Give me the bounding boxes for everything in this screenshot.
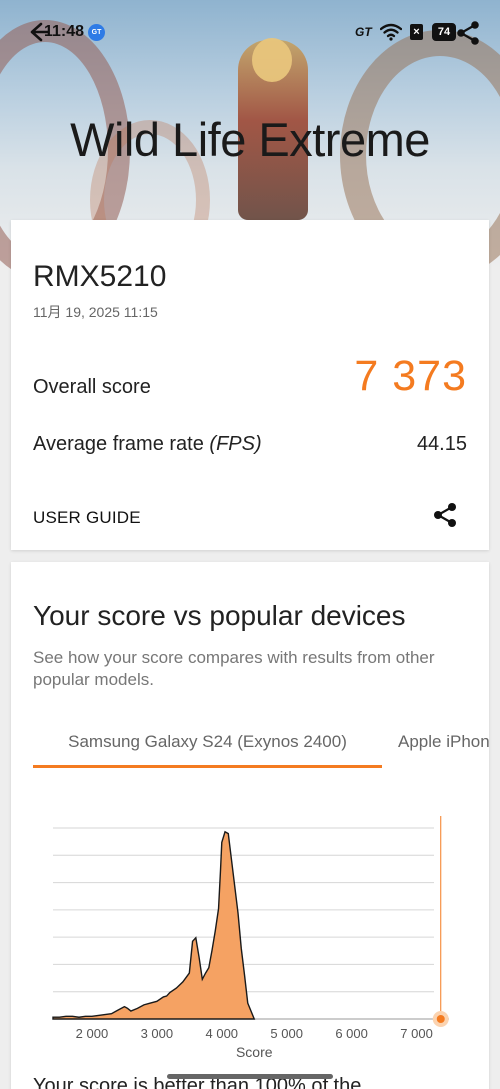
overall-score-label: Overall score xyxy=(33,376,151,398)
notification-icon: × xyxy=(410,24,423,40)
wifi-icon xyxy=(380,23,402,41)
x-tick-label: 2 000 xyxy=(76,1026,109,1041)
fps-value: 44.15 xyxy=(416,433,467,455)
share-result-icon[interactable] xyxy=(431,501,459,529)
share-icon[interactable] xyxy=(455,20,481,46)
comparison-card: Your score vs popular devices See how yo… xyxy=(11,562,489,1089)
chart-grid xyxy=(53,827,449,1020)
benchmark-title: Wild Life Extreme xyxy=(70,113,430,166)
gt-app-icon: GT xyxy=(88,24,105,41)
fps-label: Average frame rate (FPS) xyxy=(33,433,262,456)
tab-samsung-galaxy-s24[interactable]: Samsung Galaxy S24 (Exynos 2400) xyxy=(33,722,382,768)
status-bar: 11:48 GT GT × 74 xyxy=(0,0,500,64)
gt-mode-icon: GT xyxy=(355,25,372,39)
tab-apple-iphone[interactable]: Apple iPhone xyxy=(398,732,489,752)
status-time: 11:48 xyxy=(44,23,85,40)
overall-score-value: 7 373 xyxy=(354,352,467,400)
device-name: RMX5210 xyxy=(33,260,167,293)
result-card: RMX5210 11月 19, 2025 11:15 Overall score… xyxy=(11,220,489,550)
distribution-area xyxy=(52,830,256,1020)
battery-icon: 74 xyxy=(432,23,456,41)
device-tabs: Samsung Galaxy S24 (Exynos 2400) Apple i… xyxy=(33,722,489,772)
user-guide-link[interactable]: USER GUIDE xyxy=(33,508,141,528)
comparison-subtitle: See how your score compares with results… xyxy=(33,648,435,689)
x-tick-label: 5 000 xyxy=(270,1026,303,1041)
x-tick-label: 3 000 xyxy=(141,1026,174,1041)
x-tick-label: 7 000 xyxy=(400,1026,433,1041)
score-distribution-chart: 2 000 3 000 4 000 5 000 6 000 7 000 Score xyxy=(52,816,449,1060)
home-indicator[interactable] xyxy=(167,1074,333,1079)
your-score-marker xyxy=(432,1011,449,1027)
fps-label-text: Average frame rate xyxy=(33,433,204,455)
x-tick-label: 6 000 xyxy=(335,1026,368,1041)
comparison-title: Your score vs popular devices xyxy=(33,600,406,631)
fps-unit: (FPS) xyxy=(209,433,262,455)
test-date: 11月 19, 2025 11:15 xyxy=(33,304,158,320)
x-axis-ticks: 2 000 3 000 4 000 5 000 6 000 7 000 xyxy=(76,1026,433,1041)
x-tick-label: 4 000 xyxy=(206,1026,239,1041)
x-axis-label: Score xyxy=(236,1044,273,1060)
